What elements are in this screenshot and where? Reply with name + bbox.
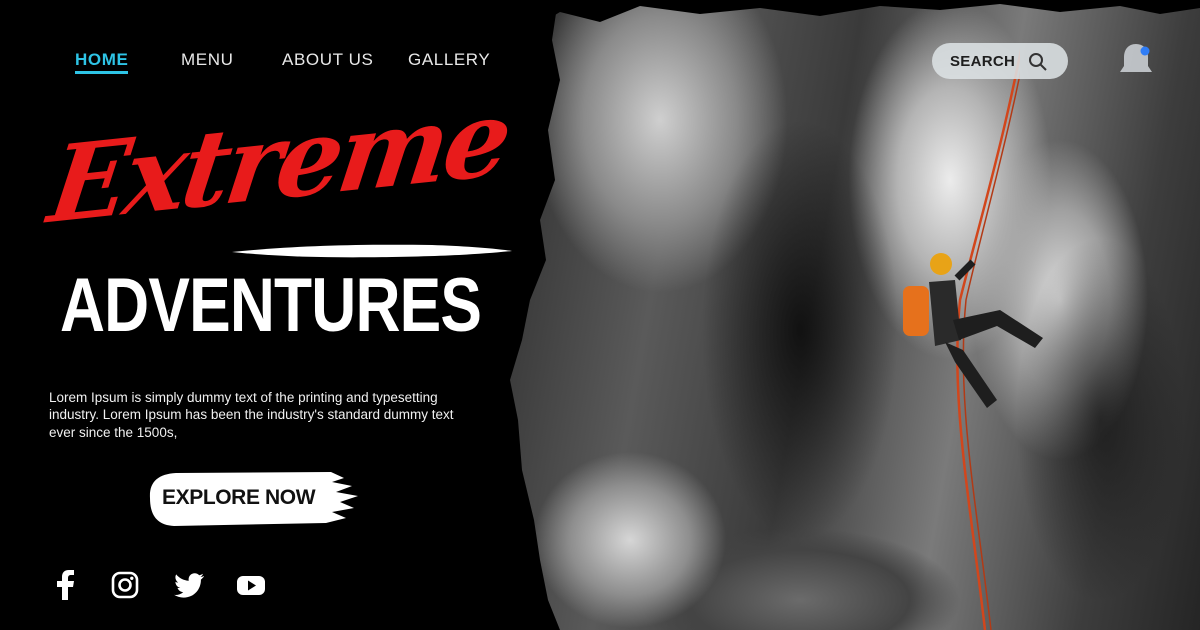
hero-photo <box>500 0 1200 630</box>
twitter-link[interactable] <box>174 570 204 600</box>
nav-about-us[interactable]: ABOUT US <box>282 50 373 70</box>
search-label: SEARCH <box>950 52 1016 70</box>
bell-icon[interactable] <box>1118 42 1154 80</box>
hero-script-title: Extreme <box>42 74 516 248</box>
hero-main-title: ADVENTURES <box>60 263 482 348</box>
twitter-icon <box>174 573 204 598</box>
explore-now-label: EXPLORE NOW <box>162 486 316 509</box>
facebook-link[interactable] <box>54 570 76 600</box>
torn-edge-left <box>500 0 560 630</box>
facebook-icon <box>57 570 74 600</box>
youtube-link[interactable] <box>236 570 266 600</box>
search-icon <box>1029 53 1047 71</box>
search-button[interactable]: SEARCH <box>932 43 1068 79</box>
notification-dot <box>1140 46 1150 56</box>
youtube-icon <box>237 576 265 595</box>
hero-description: Lorem Ipsum is simply dummy text of the … <box>49 389 454 440</box>
torn-edge-top <box>500 0 1200 30</box>
nav-menu[interactable]: MENU <box>181 50 233 70</box>
instagram-icon <box>111 571 139 599</box>
nav-home[interactable]: HOME <box>75 50 129 74</box>
instagram-link[interactable] <box>111 570 139 600</box>
climber-figure <box>903 253 1043 408</box>
explore-now-button[interactable]: EXPLORE NOW <box>146 470 360 530</box>
